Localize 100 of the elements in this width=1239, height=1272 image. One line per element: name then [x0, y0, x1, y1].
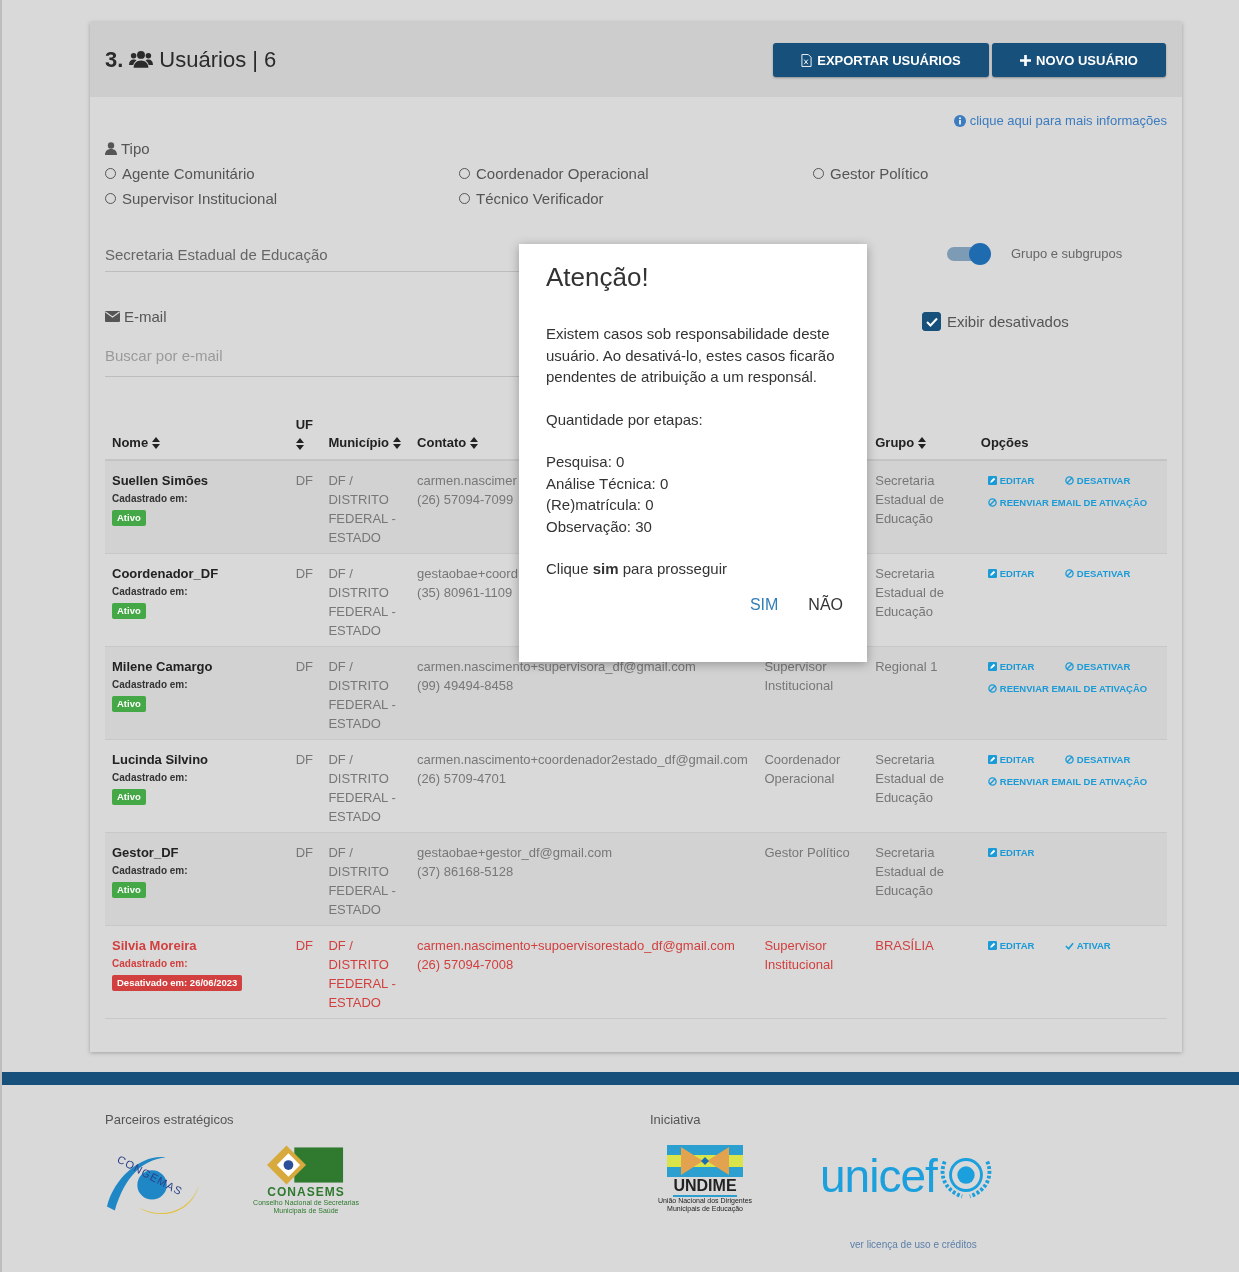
spreadsheet-file-icon [801, 53, 813, 67]
email-text: gestaobae+gestor_df@gmail.com [417, 844, 612, 862]
ban-icon [1064, 476, 1074, 485]
table-cell: DF [295, 845, 313, 860]
type-label: Tipo [121, 140, 150, 157]
resend-link[interactable]: REENVIAR EMAIL DE ATIVAÇÃO [987, 493, 1160, 512]
table-cell: DF / DISTRITO FEDERAL - ESTADO [328, 938, 396, 1010]
table-cell: DF / DISTRITO FEDERAL - ESTADO [328, 752, 396, 824]
edit-icon [987, 569, 997, 578]
table-cell: DF [295, 938, 313, 953]
deactivate-link[interactable]: DESATIVAR [1064, 657, 1160, 676]
show-disabled-label: Exibir desativados [947, 313, 1069, 330]
column-header: Opções [980, 435, 1029, 450]
type-radio-option[interactable]: Técnico Verificador [459, 190, 813, 207]
counts-title: Quantidade por etapas: [546, 409, 704, 430]
table-cell: DF / DISTRITO FEDERAL - ESTADO [328, 845, 396, 917]
sort-icon [393, 436, 402, 449]
initiative-title: Iniciativa [650, 1112, 702, 1127]
ban-icon [987, 498, 997, 507]
table-cell: DF / DISTRITO FEDERAL - ESTADO [328, 659, 396, 731]
edit-link[interactable]: EDITAR [987, 750, 1065, 769]
deactivate-link[interactable]: DESATIVAR [1064, 750, 1160, 769]
registered-label: Cadastrado em: [112, 678, 189, 692]
stage-count: (Re)matrícula: 0 [546, 495, 655, 515]
phone-text: (26) 57094-7099 [417, 491, 514, 509]
status-badge: Desativado em: 26/06/2023 [112, 975, 243, 991]
globe-logo: unicef [820, 1149, 995, 1203]
sort-icon [152, 436, 161, 449]
sortable-column-header[interactable]: Município [328, 435, 402, 450]
no-button[interactable]: NÃO [808, 591, 843, 618]
deactivate-link[interactable]: DESATIVAR [1064, 471, 1160, 490]
table-cell: DF [295, 659, 313, 674]
edit-link[interactable]: EDITAR [987, 564, 1065, 583]
edit-link[interactable]: EDITAR [987, 657, 1065, 676]
deactivate-link[interactable]: DESATIVAR [1064, 564, 1160, 583]
sortable-column-header[interactable]: UF [295, 417, 313, 450]
phone-text: (37) 86168-5128 [417, 863, 514, 881]
check-icon [1064, 941, 1074, 950]
ban-icon [1064, 569, 1074, 578]
ban-icon [987, 684, 997, 693]
edit-icon [987, 848, 997, 857]
export-button[interactable]: EXPORTAR USUÁRIOS [773, 43, 989, 77]
edit-link[interactable]: EDITAR [987, 936, 1065, 955]
phone-text: (26) 57094-7008 [417, 956, 514, 974]
resend-link[interactable]: REENVIAR EMAIL DE ATIVAÇÃO [987, 772, 1160, 791]
partners-title: Parceiros estratégicos [105, 1112, 235, 1127]
section-title: Usuários | 6 [159, 46, 277, 73]
sort-icon [918, 436, 927, 449]
stage-count: Análise Técnica: 0 [546, 473, 670, 494]
resend-link[interactable]: REENVIAR EMAIL DE ATIVAÇÃO [987, 679, 1160, 698]
type-radio-option[interactable]: Agente Comunitário [105, 165, 459, 182]
table-cell: DF [295, 473, 313, 488]
stage-count: Pesquisa: 0 [546, 452, 626, 472]
table-cell: DF / DISTRITO FEDERAL - ESTADO [328, 566, 396, 638]
sort-icon [470, 436, 479, 449]
registered-label: Cadastrado em: [112, 585, 189, 599]
new-user-button[interactable]: NOVO USUÁRIO [992, 43, 1166, 77]
toggle-label: Grupo e subgrupos [1011, 246, 1123, 261]
table-cell: Secretaria Estadual de Educação [875, 752, 944, 805]
registered-label: Cadastrado em: [112, 957, 189, 971]
edit-link[interactable]: EDITAR [987, 843, 1065, 862]
registered-label: Cadastrado em: [112, 864, 189, 878]
sortable-column-header[interactable]: Contato [417, 435, 479, 450]
table-cell: Coordenador Operacional [764, 752, 841, 786]
sortable-column-header[interactable]: Grupo [875, 435, 927, 450]
table-cell: DF / DISTRITO FEDERAL - ESTADO [328, 473, 396, 545]
type-radio-option[interactable]: Coordenador Operacional [459, 165, 813, 182]
registered-label: Cadastrado em: [112, 771, 189, 785]
table-cell: BRASÍLIA [875, 938, 934, 953]
type-radio-option[interactable]: Gestor Político [813, 165, 1167, 182]
credits-link[interactable]: ver licença de uso e créditos [850, 1239, 1195, 1250]
sortable-column-header[interactable]: Nome [112, 435, 161, 450]
stage-count: Observação: 30 [546, 516, 653, 537]
user-name: Silvia Moreira [112, 937, 198, 955]
table-cell: Secretaria Estadual de Educação [875, 566, 944, 619]
type-radio-option[interactable]: Supervisor Institucional [105, 190, 459, 207]
edit-link[interactable]: EDITAR [987, 471, 1065, 490]
yes-button[interactable]: SIM [749, 591, 779, 618]
more-info-link[interactable]: clique aqui para mais informações [953, 113, 1167, 128]
user-name: Milene Camargo [112, 658, 214, 676]
status-badge: Ativo [112, 603, 146, 619]
phone-text: (35) 80961-1109 [417, 584, 513, 602]
status-badge: Ativo [112, 510, 146, 526]
edit-icon [987, 476, 997, 485]
table-cell: DF [295, 566, 313, 581]
status-badge: Ativo [112, 882, 146, 898]
user-name: Suellen Simões [112, 472, 210, 490]
email-label: E-mail [124, 308, 167, 325]
ban-icon [1064, 662, 1074, 671]
table-cell: DF [295, 752, 313, 767]
edit-icon [987, 755, 997, 764]
activate-link[interactable]: ATIVAR [1064, 936, 1160, 955]
ban-icon [1064, 755, 1074, 764]
user-icon [105, 142, 117, 155]
ban-icon [987, 777, 997, 786]
edit-icon [987, 941, 997, 950]
section-number: 3. [105, 46, 124, 73]
table-cell: Supervisor Institucional [764, 938, 834, 972]
user-name: Gestor_DF [112, 844, 180, 862]
check-icon [925, 316, 938, 327]
